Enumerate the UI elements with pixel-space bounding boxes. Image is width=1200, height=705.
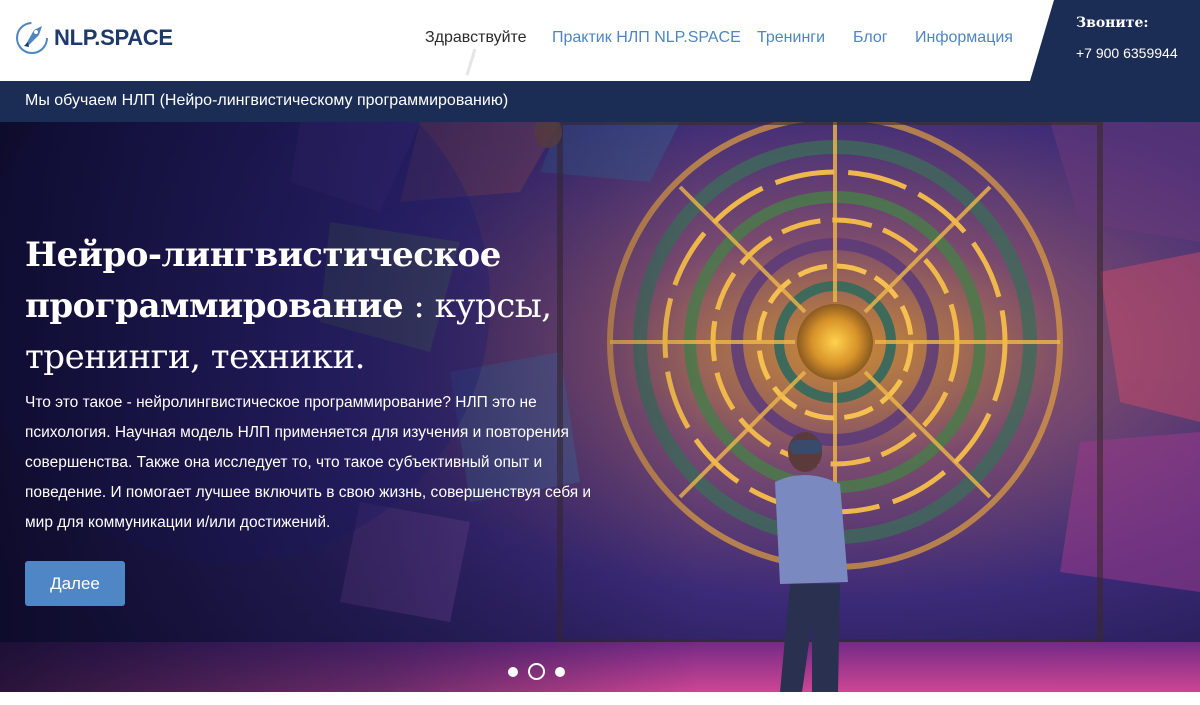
slider-dot-2[interactable] bbox=[528, 663, 545, 680]
hero-title-bold-1: Нейро-лингвистическое bbox=[25, 235, 501, 275]
slider-dots bbox=[508, 663, 565, 680]
nav-item-trainings[interactable]: Тренинги bbox=[757, 29, 825, 47]
tagline-bar: Мы обучаем НЛП (Нейро-лингвистическому п… bbox=[0, 81, 1200, 122]
hero-slider: Нейро-лингвистическое программирование :… bbox=[0, 122, 1200, 692]
tagline-text: Мы обучаем НЛП (Нейро-лингвистическому п… bbox=[25, 92, 509, 109]
hero-title: Нейро-лингвистическое программирование :… bbox=[25, 230, 625, 383]
divider-slash-icon bbox=[465, 48, 477, 76]
main-nav: Здравствуйте Практик НЛП NLP.SPACE Трени… bbox=[0, 29, 1200, 76]
hero-title-bold-2: программирование bbox=[25, 286, 404, 326]
nav-item-info[interactable]: Информация bbox=[915, 29, 1013, 47]
phone-number-link[interactable]: +7 900 6359944 bbox=[1076, 45, 1178, 61]
phone-label: Звоните: bbox=[1076, 15, 1149, 31]
nav-item-practitioner[interactable]: Практик НЛП NLP.SPACE bbox=[552, 29, 741, 47]
phone-box bbox=[1030, 0, 1200, 81]
phone-box-bg bbox=[1030, 0, 1200, 81]
slider-dot-1[interactable] bbox=[508, 666, 518, 677]
next-button[interactable]: Далее bbox=[25, 561, 125, 606]
site-header: NLP.SPACE Здравствуйте Практик НЛП NLP.S… bbox=[0, 0, 1200, 81]
slider-dot-3[interactable] bbox=[555, 666, 565, 677]
nav-item-blog[interactable]: Блог bbox=[853, 29, 888, 47]
hero-description: Что это такое - нейролингвистическое про… bbox=[25, 394, 592, 531]
hero-title-light-1: : курсы, bbox=[403, 286, 552, 326]
nav-item-hello[interactable]: Здравствуйте bbox=[425, 29, 527, 47]
hero-title-light-2: тренинги, техники. bbox=[25, 337, 365, 377]
bottom-strip bbox=[0, 692, 1200, 705]
